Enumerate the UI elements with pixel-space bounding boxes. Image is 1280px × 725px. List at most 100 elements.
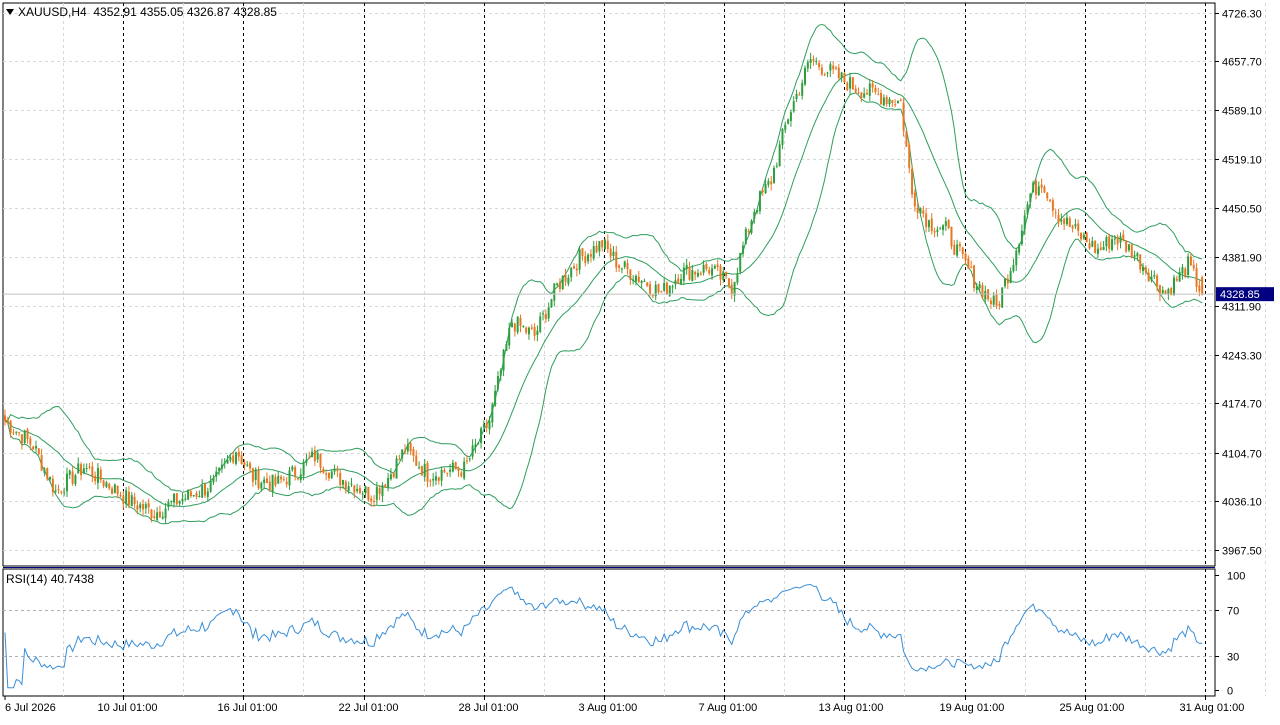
candle-body [1018, 244, 1021, 253]
candle-body [1127, 244, 1130, 251]
candle-body [161, 516, 164, 519]
candle-body [505, 343, 508, 351]
candle-body [818, 62, 821, 68]
candle-body [1116, 236, 1119, 245]
candle-body [1068, 218, 1071, 227]
candle-body [204, 484, 206, 496]
candle-body [1122, 234, 1125, 241]
candle-body [632, 280, 635, 282]
candle-body [567, 277, 570, 284]
candle-body [973, 265, 976, 289]
candle-body [178, 501, 181, 504]
candle-body [1040, 184, 1043, 188]
candle-body [849, 77, 852, 89]
candle-body [863, 93, 866, 98]
candle-body [637, 276, 640, 283]
candle-body [274, 476, 277, 486]
candle-body [68, 470, 71, 475]
candle-body [364, 486, 367, 494]
candle-body [243, 462, 246, 466]
candle-body [237, 451, 240, 457]
candle-body [942, 225, 945, 230]
candle-body [522, 325, 525, 327]
candle-body [265, 478, 268, 483]
candle-body [246, 464, 249, 466]
date-tick-label: 7 Aug 01:00 [699, 702, 758, 714]
candle-body [29, 438, 32, 445]
candle-body [767, 180, 770, 185]
candle-body [167, 501, 170, 508]
candle-body [373, 501, 376, 503]
candle-body [311, 451, 314, 458]
candle-body [1096, 248, 1099, 254]
chart-canvas[interactable]: 4726.30 4657.70 4589.10 4519.10 4450.50 4381.… [0, 0, 1280, 720]
candle-body [353, 485, 356, 493]
date-tick-label: 6 Jul 2026 [5, 702, 56, 714]
candle-body [218, 467, 221, 471]
candle-body [356, 488, 359, 492]
candle-body [792, 101, 795, 112]
candle-body [150, 509, 153, 519]
candle-body [1178, 271, 1181, 282]
candle-body [742, 245, 745, 254]
candle-body [451, 462, 454, 472]
candle-body [285, 481, 288, 485]
candle-body [63, 492, 66, 494]
price-tick-label: 4104.70 [1222, 449, 1262, 461]
candle-body [719, 266, 722, 280]
candle-body [1113, 238, 1116, 240]
candle-body [201, 485, 204, 498]
candle-body [663, 282, 666, 291]
candle-body [1001, 287, 1004, 308]
candle-body [902, 102, 905, 131]
chart-window[interactable]: 4726.30 4657.70 4589.10 4519.10 4450.50 4381.… [0, 0, 1280, 720]
rsi-header: RSI(14) 40.7438 [6, 572, 94, 586]
candle-body [127, 491, 130, 505]
dropdown-triangle-icon[interactable] [6, 9, 14, 15]
candle-body [1099, 247, 1102, 250]
candle-body [651, 295, 654, 297]
candle-body [299, 474, 302, 481]
candle-body [1029, 193, 1032, 203]
candle-body [249, 463, 252, 469]
candle-body [913, 192, 916, 207]
candle-body [1156, 275, 1159, 287]
candle-body [313, 450, 316, 462]
candle-body [347, 486, 350, 491]
candle-body [51, 478, 54, 493]
candle-body [640, 280, 643, 283]
candle-body [429, 480, 432, 482]
candle-body [826, 72, 829, 74]
candle-body [494, 390, 497, 406]
candle-body [220, 464, 223, 469]
candle-body [463, 461, 466, 479]
candle-body [40, 455, 43, 471]
candle-body [899, 99, 902, 101]
candle-body [446, 472, 449, 474]
candle-body [23, 431, 26, 443]
candle-body [232, 455, 235, 463]
candle-body [387, 477, 390, 488]
candle-body [1082, 234, 1085, 239]
candle-body [1032, 182, 1035, 193]
candle-body [989, 300, 992, 305]
candle-body [513, 323, 516, 332]
candle-body [60, 491, 63, 493]
candle-body [787, 119, 790, 124]
candle-body [882, 97, 885, 106]
candle-body [508, 328, 511, 346]
candle-body [280, 476, 283, 480]
candle-body [1071, 225, 1074, 229]
candle-body [1119, 236, 1122, 243]
candle-body [1181, 267, 1184, 274]
candle-body [65, 473, 68, 492]
candle-body [539, 316, 542, 332]
candle-body [696, 272, 699, 277]
candle-body [1020, 230, 1023, 245]
rsi-tick-label: 30 [1227, 652, 1239, 664]
candle-body [888, 98, 891, 105]
candle-body [392, 472, 395, 478]
candle-body [1091, 240, 1094, 247]
candle-body [294, 467, 297, 477]
candle-body [978, 284, 981, 289]
